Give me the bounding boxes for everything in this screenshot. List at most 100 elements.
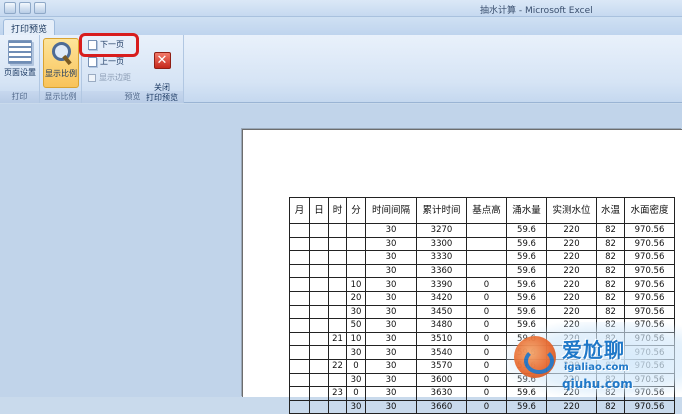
- table-cell: 3630: [416, 386, 467, 401]
- table-cell: 30: [365, 277, 417, 292]
- table-cell: 30: [365, 318, 417, 333]
- table-cell: [289, 223, 310, 238]
- table-cell: 0: [466, 304, 507, 320]
- table-cell: 0: [466, 386, 507, 401]
- table-row: 10 30 3390 0 59.6 220 82 970.56: [289, 277, 675, 292]
- table-cell: [328, 277, 347, 292]
- table-cell: 3660: [416, 399, 467, 414]
- group-label-zoom: 显示比例: [40, 91, 81, 103]
- table-cell: [328, 290, 347, 306]
- table-cell: [289, 372, 310, 388]
- table-cell: 59.6: [506, 223, 547, 238]
- table-cell: 220: [546, 290, 597, 306]
- page-setup-button[interactable]: 页面设置: [2, 38, 38, 88]
- table-cell: 0: [466, 399, 507, 414]
- table-cell: [289, 250, 310, 265]
- table-cell: 30: [365, 358, 417, 374]
- page-setup-icon: [8, 40, 32, 64]
- table-row: 20 30 3420 0 59.6 220 82 970.56: [289, 290, 675, 306]
- excel-logo-icon[interactable]: [4, 2, 16, 14]
- table-cell: 10: [346, 277, 366, 292]
- table-cell: [466, 250, 507, 265]
- table-cell: 59.6: [506, 386, 547, 401]
- table-cell: 970.56: [624, 236, 675, 252]
- table-cell: [309, 250, 329, 265]
- table-cell: 3570: [416, 358, 467, 374]
- table-cell: [309, 304, 329, 320]
- zoom-button[interactable]: 显示比例: [43, 38, 79, 88]
- table-cell: 50: [346, 318, 366, 333]
- table-cell: [309, 399, 329, 414]
- table-cell: 30: [346, 345, 366, 360]
- table-cell: 82: [596, 250, 625, 265]
- table-cell: 82: [596, 318, 625, 333]
- header-cumulative-time: 累计时间: [416, 197, 467, 224]
- previous-page-label: 上一页: [100, 57, 124, 66]
- table-cell: [289, 304, 310, 320]
- table-cell: [309, 331, 329, 347]
- table-cell: 220: [546, 223, 597, 238]
- table-cell: 970.56: [624, 331, 675, 347]
- table-row: 30 3270 59.6 220 82 970.56: [289, 223, 675, 238]
- table-cell: 82: [596, 372, 625, 388]
- table-cell: 3540: [416, 345, 467, 360]
- ribbon-group-zoom: 显示比例 显示比例: [40, 35, 82, 103]
- table-cell: 3420: [416, 290, 467, 306]
- header-base-height: 基点高: [466, 197, 507, 224]
- header-month: 月: [289, 197, 310, 224]
- table-row: 22 0 30 3570 0 59.6 220 82 970.56: [289, 358, 675, 374]
- table-cell: [309, 318, 329, 333]
- table-row: 50 30 3480 0 59.6 220 82 970.56: [289, 318, 675, 333]
- table-cell: 82: [596, 304, 625, 320]
- table-cell: 59.6: [506, 277, 547, 292]
- table-cell: 0: [466, 331, 507, 347]
- table-cell: [328, 263, 347, 279]
- table-cell: 220: [546, 277, 597, 292]
- table-cell: [328, 318, 347, 333]
- close-print-preview-button[interactable]: ✕ 关闭 打印预览: [144, 38, 180, 102]
- table-cell: [309, 358, 329, 374]
- table-cell: 970.56: [624, 250, 675, 265]
- table-row: 30 30 3600 0 59.6 220 82 970.56: [289, 372, 675, 388]
- table-cell: 30: [365, 223, 417, 238]
- window-title: 抽水计算 - Microsoft Excel: [480, 6, 593, 16]
- table-cell: 3390: [416, 277, 467, 292]
- table-cell: [309, 223, 329, 238]
- table-cell: 30: [365, 331, 417, 347]
- table-cell: [289, 345, 310, 360]
- table-cell: 82: [596, 290, 625, 306]
- ribbon-group-print: 页面设置 打印: [0, 35, 40, 103]
- tab-print-preview[interactable]: 打印预览: [3, 19, 56, 35]
- table-cell: [309, 263, 329, 279]
- table-cell: 3300: [416, 236, 467, 252]
- table-cell: [309, 290, 329, 306]
- table-cell: 59.6: [506, 345, 547, 360]
- table-cell: 59.6: [506, 250, 547, 265]
- table-cell: 59.6: [506, 318, 547, 333]
- show-margins-checkbox[interactable]: 显示边距: [88, 71, 131, 84]
- table-cell: 82: [596, 236, 625, 252]
- table-cell: [328, 372, 347, 388]
- table-cell: 220: [546, 399, 597, 414]
- table-cell: 970.56: [624, 386, 675, 401]
- header-measured-level: 实测水位: [546, 197, 597, 224]
- highlight-circle: [79, 33, 139, 57]
- table-cell: 30: [365, 236, 417, 252]
- table-cell: [289, 318, 310, 333]
- table-cell: 970.56: [624, 358, 675, 374]
- table-cell: 970.56: [624, 263, 675, 279]
- table-cell: 30: [365, 345, 417, 360]
- table-cell: 30: [365, 304, 417, 320]
- table-cell: 59.6: [506, 372, 547, 388]
- undo-icon[interactable]: [34, 2, 46, 14]
- table-row: 30 30 3660 0 59.6 220 82 970.56: [289, 399, 675, 414]
- table-cell: [309, 372, 329, 388]
- header-water-temp: 水温: [596, 197, 625, 224]
- table-cell: 220: [546, 236, 597, 252]
- table-cell: 82: [596, 345, 625, 360]
- save-icon[interactable]: [19, 2, 31, 14]
- table-cell: 3360: [416, 263, 467, 279]
- close-print-preview-label: 关闭 打印预览: [146, 83, 178, 102]
- table-cell: [346, 250, 366, 265]
- page-setup-label: 页面设置: [4, 68, 36, 77]
